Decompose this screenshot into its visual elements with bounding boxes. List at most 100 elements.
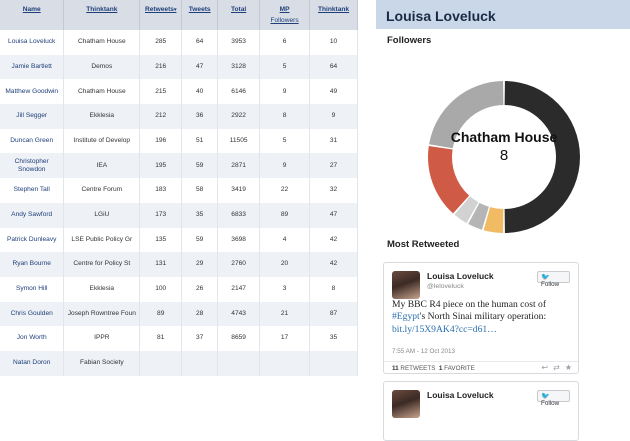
col-header-tweets[interactable]: Tweets [181,0,219,30]
followers-donut-chart: Chatham House 8 [416,69,592,245]
most-retweeted-heading: Most Retweeted [387,239,460,250]
mp-followers-cell: 9 [259,153,311,179]
name-cell[interactable]: Chris Goulden [0,301,65,327]
col-header-name[interactable]: Name [0,0,65,30]
retweets-cell: 173 [139,202,183,228]
thinktank-cell: IEA [63,153,141,179]
total-cell: 6833 [217,202,261,228]
table-row[interactable]: Jon Worth IPPR 81 37 8659 17 35 [0,326,358,351]
table-row[interactable]: Matthew Goodwin Chatham House 215 40 6146 9 49 [0,79,358,105]
avatar[interactable] [392,390,420,418]
thinktank-followers-cell: 27 [309,153,358,179]
name-cell[interactable]: Patrick Dunleavy [0,227,65,253]
donut-center-name: Chatham House [450,129,558,145]
table-row[interactable]: Jamie Bartlett Demos 216 47 3128 5 64 [0,54,358,80]
follow-button[interactable]: 🐦 Follow [537,390,570,407]
tweet-url-link[interactable]: bit.ly/15X9AK4?cc=d61… [392,324,497,335]
thinktank-followers-cell: 8 [309,276,358,302]
mp-followers-cell: 17 [259,326,311,351]
tweet-actions: ↩ ⇄ ★ [536,361,572,372]
tweet-author-name[interactable]: Louisa Loveluck [427,390,494,400]
table-row[interactable]: Christopher Snowdon IEA 195 59 2871 9 27 [0,153,358,179]
name-cell[interactable]: Jill Segger [0,104,65,129]
embedded-tweet[interactable]: Louisa Loveluck @leloveluck 🐦 Follow My … [383,262,579,374]
retweets-cell: 100 [139,276,183,302]
total-cell: 6146 [217,79,261,105]
name-cell[interactable]: Jamie Bartlett [0,54,65,80]
table-body: Louisa Loveluck Chatham House 285 64 3953 6 10… [0,30,358,376]
tweets-cell: 35 [181,202,219,228]
twitter-bird-icon: 🐦 [541,274,550,281]
total-cell: 2147 [217,276,261,302]
table-row[interactable]: Andy Sawford LGiU 173 35 6833 89 47 [0,202,358,228]
retweets-cell: 81 [139,326,183,351]
table-row[interactable]: Louisa Loveluck Chatham House 285 64 3953 6 10 [0,30,358,55]
name-cell[interactable]: Duncan Green [0,128,65,154]
tweets-cell: 64 [181,30,219,55]
name-cell[interactable]: Louisa Loveluck [0,30,65,55]
table-row[interactable]: Patrick Dunleavy LSE Public Policy Gr 135 5… [0,227,358,253]
tweets-cell: 37 [181,326,219,351]
table-row[interactable]: Ryan Bourne Centre for Policy St 131 29 2760… [0,252,358,277]
thinktank-followers-cell: 87 [309,301,358,327]
col-header-thinktank[interactable]: Thinktank [63,0,141,30]
name-cell[interactable]: Andy Sawford [0,202,65,228]
table-row[interactable]: Jill Segger Ekklesia 212 36 2922 8 9 [0,104,358,129]
star-icon[interactable]: ★ [565,363,572,372]
name-cell[interactable]: Christopher Snowdon [0,153,65,179]
retweets-cell: 212 [139,104,183,129]
follow-button[interactable]: 🐦 Follow [537,271,570,288]
name-cell[interactable]: Stephen Tall [0,178,65,203]
thinktank-cell: Centre Forum [63,178,141,203]
table-row[interactable]: Symon Hill Ekklesia 100 26 2147 3 8 [0,276,358,302]
total-cell: 3419 [217,178,261,203]
col-header-total[interactable]: Total [217,0,261,30]
tweet-author-handle[interactable]: @leloveluck [427,283,464,290]
favorites-count: 1 [438,365,443,372]
tweets-cell: 36 [181,104,219,129]
thinktank-cell: Chatham House [63,30,141,55]
avatar[interactable] [392,271,420,299]
tweet-author-name[interactable]: Louisa Loveluck [427,271,494,281]
name-cell[interactable]: Natan Doron [0,350,65,376]
thinktank-cell: IPPR [63,326,141,351]
name-cell[interactable]: Symon Hill [0,276,65,302]
name-cell[interactable]: Matthew Goodwin [0,79,65,105]
thinktank-cell: LGiU [63,202,141,228]
name-cell[interactable]: Jon Worth [0,326,65,351]
mp-followers-cell: 22 [259,178,311,203]
tweets-cell: 58 [181,178,219,203]
thinktank-followers-cell: 47 [309,202,358,228]
total-cell [217,350,261,376]
col-header-mp-followers[interactable]: MP Followers [259,0,311,30]
tweet-hashtag-link[interactable]: #Egypt [392,311,420,322]
total-cell: 8659 [217,326,261,351]
total-cell: 3128 [217,54,261,80]
thinktank-cell: Ekklesia [63,104,141,129]
retweets-cell: 285 [139,30,183,55]
sort-down-icon: ▾ [173,7,177,13]
tweets-cell: 51 [181,128,219,154]
thinktank-followers-cell: 42 [309,227,358,253]
retweets-label: RETWEETS [400,365,436,372]
mp-followers-cell: 3 [259,276,311,302]
table-row[interactable]: Duncan Green Institute of Develop 196 51 115… [0,128,358,154]
tweet-timestamp[interactable]: 7:55 AM - 12 Oct 2013 [392,348,455,355]
twitter-bird-icon: 🐦 [541,393,550,400]
table-row[interactable]: Natan Doron Fabian Society [0,350,358,376]
reply-icon[interactable]: ↩ [541,363,548,372]
donut-center-label: Chatham House 8 [416,129,592,164]
retweets-count: 11 [392,365,399,372]
table-row[interactable]: Chris Goulden Joseph Rowntree Foun 89 28 474… [0,301,358,327]
mp-followers-cell: 20 [259,252,311,277]
embedded-tweet-second[interactable]: Louisa Loveluck 🐦 Follow [383,381,579,441]
col-header-thinktank-followers[interactable]: Thinktank [309,0,358,30]
col-header-retweets[interactable]: Retweets▾ [139,0,183,30]
retweets-cell: 195 [139,153,183,179]
retweets-cell: 131 [139,252,183,277]
tweets-cell [181,350,219,376]
name-cell[interactable]: Ryan Bourne [0,252,65,277]
donut-center-value: 8 [499,147,509,164]
table-row[interactable]: Stephen Tall Centre Forum 183 58 3419 22 32 [0,178,358,203]
retweet-icon[interactable]: ⇄ [553,363,560,372]
